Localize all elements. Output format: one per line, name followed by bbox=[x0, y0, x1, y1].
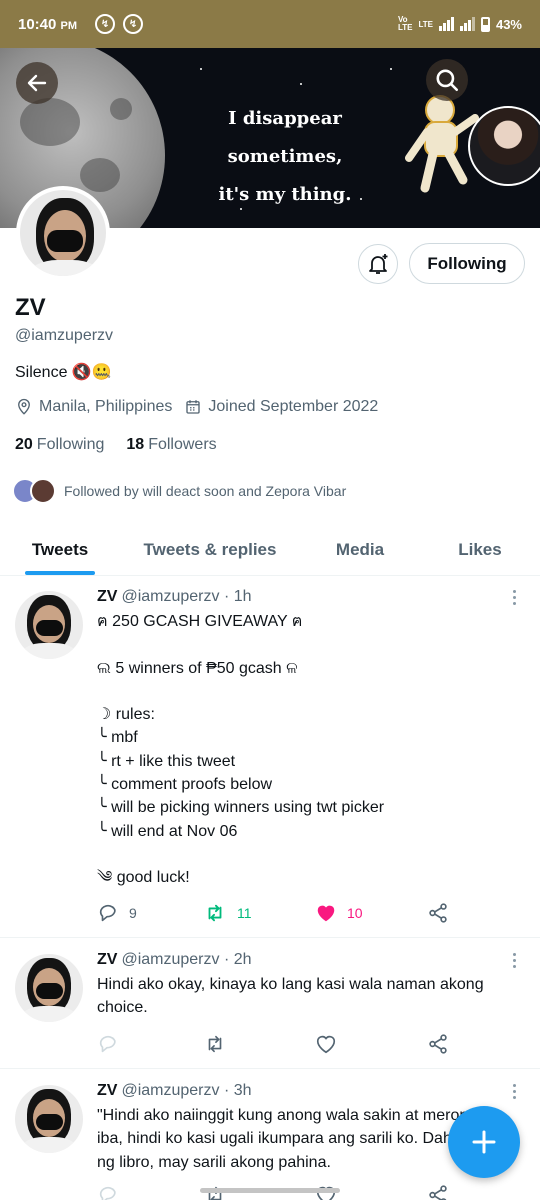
following-count-link[interactable]: 20 Following bbox=[15, 436, 104, 454]
profile-joined: Joined September 2022 bbox=[208, 398, 379, 415]
profile-avatar[interactable] bbox=[16, 186, 110, 280]
arrow-left-icon bbox=[27, 74, 47, 92]
volte-label: Vo LTE bbox=[397, 15, 413, 32]
profile-location: Manila, Philippines bbox=[39, 398, 173, 415]
share-button[interactable] bbox=[427, 1184, 449, 1200]
signal-icon bbox=[438, 17, 454, 31]
retweet-icon bbox=[208, 904, 222, 922]
status-time: 10:40 PM bbox=[18, 15, 78, 33]
signal-icon-2 bbox=[459, 17, 475, 31]
tweet-text: ฅ 250 GCASH GIVEAWAY ฅ ଲ 5 winners of ₱5… bbox=[97, 613, 385, 887]
reply-icon bbox=[99, 904, 116, 922]
tweet-avatar[interactable] bbox=[15, 954, 83, 1022]
tweet-item[interactable]: ZV @iamzuperzv · 1h ฅ 250 GCASH GIVEAWAY … bbox=[0, 576, 540, 938]
tweet-header: ZV @iamzuperzv · 1h bbox=[97, 588, 252, 605]
reply-icon bbox=[99, 1035, 116, 1053]
profile-bio: Silence 🔇🤐 bbox=[15, 364, 112, 381]
reply-button[interactable] bbox=[97, 1184, 203, 1200]
search-icon bbox=[436, 69, 459, 92]
bell-plus-icon bbox=[369, 254, 388, 274]
tweet-header: ZV @iamzuperzv · 3h bbox=[97, 1082, 252, 1099]
tab-likes[interactable]: Likes bbox=[420, 524, 540, 575]
share-button[interactable] bbox=[427, 1033, 449, 1055]
more-options-icon[interactable] bbox=[508, 953, 520, 968]
location-icon bbox=[18, 398, 30, 415]
heart-icon bbox=[317, 905, 335, 922]
profile-handle: @iamzuperzv bbox=[15, 327, 114, 344]
tweet-item[interactable]: ZV @iamzuperzv · 2h Hindi ako okay, kinay… bbox=[0, 939, 540, 1069]
followed-by[interactable]: Followed by will deact soon and Zepora V… bbox=[12, 478, 346, 504]
tweet-header: ZV @iamzuperzv · 2h bbox=[97, 951, 252, 968]
tweet-avatar[interactable] bbox=[15, 1085, 83, 1153]
profile-name: ZV bbox=[15, 294, 46, 321]
more-options-icon[interactable] bbox=[508, 590, 520, 605]
retweet-button[interactable] bbox=[203, 1033, 315, 1055]
tab-media[interactable]: Media bbox=[300, 524, 420, 575]
retweet-icon bbox=[208, 1035, 222, 1053]
search-button[interactable] bbox=[426, 59, 468, 101]
reply-button[interactable]: 9 bbox=[97, 902, 203, 924]
plus-icon bbox=[472, 1130, 496, 1154]
battery-percent: 43% bbox=[495, 16, 522, 32]
tweet-avatar[interactable] bbox=[15, 591, 83, 659]
tab-tweets-replies[interactable]: Tweets & replies bbox=[120, 524, 300, 575]
follow-counts: 20 Following 18 Followers bbox=[15, 436, 217, 454]
profile-tabs: Tweets Tweets & replies Media Likes bbox=[0, 524, 540, 576]
follower-avatar bbox=[30, 478, 56, 504]
like-button[interactable]: 10 bbox=[315, 902, 427, 924]
banner-portrait bbox=[468, 106, 540, 186]
share-icon bbox=[429, 1034, 447, 1054]
messenger-icon: ↯ bbox=[95, 14, 116, 34]
following-button[interactable]: Following bbox=[409, 243, 525, 284]
reply-icon bbox=[99, 1186, 116, 1200]
profile-meta: Manila, Philippines Joined September 202… bbox=[15, 398, 378, 416]
tweet-actions bbox=[97, 1033, 457, 1055]
followers-count-link[interactable]: 18 Followers bbox=[126, 436, 216, 454]
calendar-icon bbox=[186, 400, 201, 414]
banner-caption: I disappear sometimes, it's my thing. bbox=[218, 108, 352, 205]
status-indicators: Vo LTE LTE 43% bbox=[398, 16, 522, 32]
retweet-button[interactable]: 11 bbox=[203, 902, 315, 924]
status-bar: 10:40 PM ↯ ↯ Vo LTE LTE 43% bbox=[0, 0, 540, 48]
notification-bell-button[interactable] bbox=[358, 244, 398, 284]
tweet-actions: 9 11 10 bbox=[97, 902, 457, 924]
compose-tweet-button[interactable] bbox=[448, 1106, 520, 1178]
heart-icon bbox=[316, 1035, 336, 1054]
back-button[interactable] bbox=[16, 62, 58, 104]
tweet-text: Hindi ako okay, kinaya ko lang kasi wala… bbox=[97, 976, 484, 1017]
lte-label: LTE bbox=[418, 19, 433, 29]
home-indicator[interactable] bbox=[200, 1188, 340, 1193]
tab-tweets[interactable]: Tweets bbox=[0, 524, 120, 575]
like-button[interactable] bbox=[315, 1033, 427, 1055]
share-icon bbox=[429, 1185, 447, 1200]
more-options-icon[interactable] bbox=[508, 1084, 520, 1099]
battery-icon bbox=[480, 16, 490, 32]
followed-by-text: Followed by will deact soon and Zepora V… bbox=[64, 483, 347, 499]
share-icon bbox=[429, 903, 447, 923]
reply-button[interactable] bbox=[97, 1033, 203, 1055]
share-button[interactable] bbox=[427, 902, 449, 924]
messenger-icon-2: ↯ bbox=[123, 14, 144, 34]
